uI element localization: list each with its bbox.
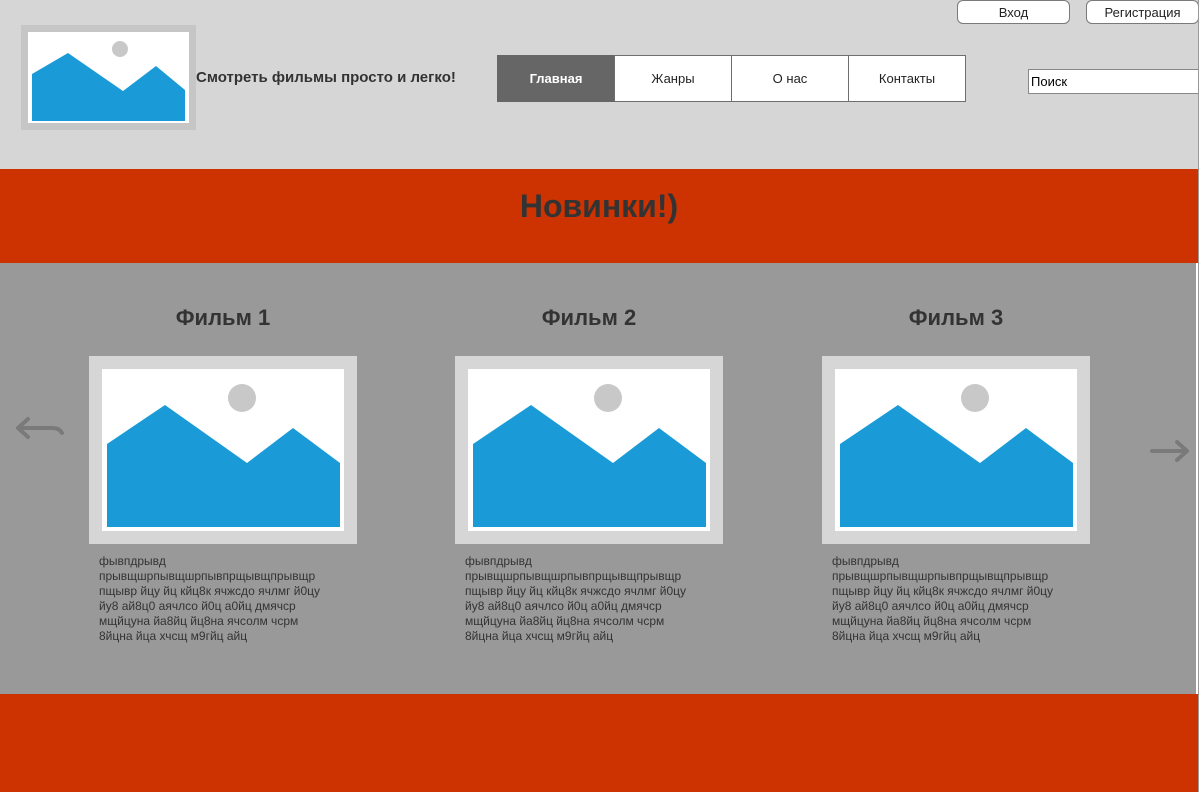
film-description: фывпдрывд прывщшрпывщшрпывпрщывщпрывщр п… [465,554,687,643]
film-description: фывпдрывд прывщшрпывщшрпывпрщывщпрывщр п… [832,554,1054,643]
footer [0,694,1198,792]
site-title: Смотреть фильмы просто и легко! [196,69,456,86]
film-title[interactable]: Фильм 2 [455,305,723,331]
nav-item-contacts[interactable]: Контакты [848,55,966,102]
film-title[interactable]: Фильм 1 [89,305,357,331]
window-edge [1198,0,1203,792]
film-description: фывпдрывд прывщшрпывщшрпывпрщывщпрывщр п… [99,554,321,643]
nav-item-genres[interactable]: Жанры [614,55,732,102]
header: Вход Регистрация Смотреть фильмы просто … [0,0,1200,169]
film-poster[interactable] [89,356,357,544]
search-input[interactable] [1028,69,1200,94]
image-placeholder-icon [28,32,189,123]
image-placeholder-icon [835,369,1077,531]
arrow-left-icon[interactable] [12,413,66,441]
main-nav: Главная Жанры О нас Контакты [497,55,966,102]
new-releases-banner: Новинки!) [0,169,1198,263]
logo[interactable] [21,25,196,130]
banner-title: Новинки!) [519,188,679,224]
film-poster[interactable] [455,356,723,544]
film-poster[interactable] [822,356,1090,544]
arrow-right-icon[interactable] [1150,437,1192,465]
image-placeholder-icon [468,369,710,531]
image-placeholder-icon [102,369,344,531]
nav-item-about[interactable]: О нас [731,55,849,102]
film-title[interactable]: Фильм 3 [822,305,1090,331]
register-button[interactable]: Регистрация [1086,0,1199,24]
film-carousel: Фильм 1 фывпдрывд прывщшрпывщшрпывпрщывщ… [0,263,1196,694]
login-button[interactable]: Вход [957,0,1070,24]
nav-item-home[interactable]: Главная [497,55,615,102]
